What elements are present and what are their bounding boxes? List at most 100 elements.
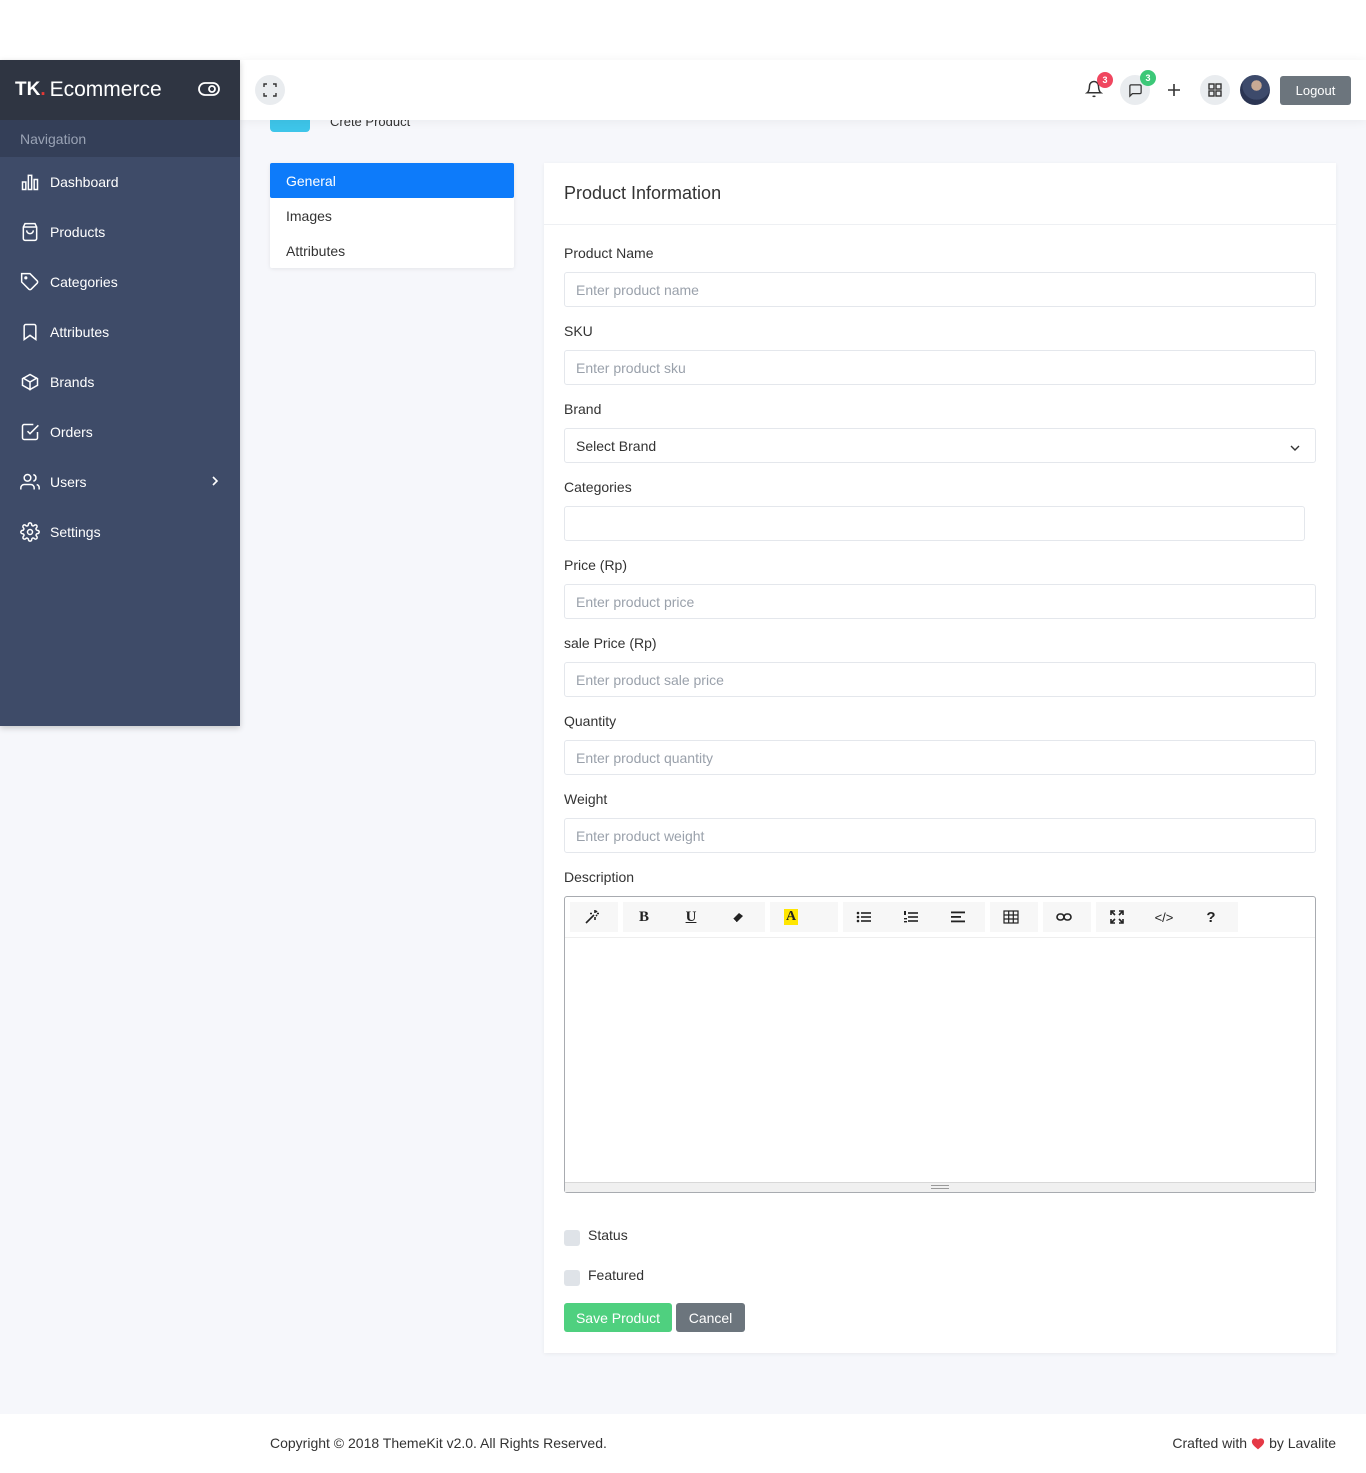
tag-icon: [20, 272, 40, 292]
ordered-list-button[interactable]: [896, 902, 926, 932]
sidebar-item-settings[interactable]: Settings: [0, 507, 240, 557]
sale-price-label: sale Price (Rp): [564, 635, 657, 651]
sidebar-item-categories[interactable]: Categories: [0, 257, 240, 307]
product-information-card: Product Information Product Name SKU Bra…: [544, 163, 1336, 1353]
quantity-input[interactable]: [564, 740, 1316, 775]
sidebar-item-attributes[interactable]: Attributes: [0, 307, 240, 357]
categories-label: Categories: [564, 479, 632, 495]
highlight-color-button[interactable]: A: [776, 902, 806, 932]
crafted-by: Crafted with by Lavalite: [1172, 1435, 1336, 1451]
brand-label: Brand: [564, 401, 602, 417]
notifications-badge: 3: [1097, 72, 1113, 88]
nav-heading: Navigation: [0, 120, 240, 157]
paragraph-align-button[interactable]: [943, 902, 973, 932]
tab-images[interactable]: Images: [270, 198, 514, 233]
sidebar-toggle-button[interactable]: [198, 81, 220, 100]
align-left-icon: [951, 911, 965, 923]
logout-button[interactable]: Logout: [1280, 76, 1351, 105]
expand-icon: [1110, 910, 1124, 924]
editor-resize-bar[interactable]: [565, 1182, 1315, 1192]
plus-icon: [1168, 84, 1180, 96]
tab-attributes[interactable]: Attributes: [270, 233, 514, 268]
eraser-icon: [732, 913, 743, 923]
link-icon: [1056, 913, 1072, 921]
sidebar-item-dashboard[interactable]: Dashboard: [0, 157, 240, 207]
code-view-button[interactable]: </>: [1149, 902, 1179, 932]
bar-chart-icon: [20, 172, 40, 192]
footer: Copyright © 2018 ThemeKit v2.0. All Righ…: [0, 1414, 1366, 1473]
chevron-down-icon: [1289, 440, 1301, 456]
sku-label: SKU: [564, 323, 593, 339]
top-header: 3 3 Logout: [240, 60, 1366, 120]
save-product-button[interactable]: Save Product: [564, 1303, 672, 1332]
weight-input[interactable]: [564, 818, 1316, 853]
product-name-input[interactable]: [564, 272, 1316, 307]
link-button[interactable]: [1049, 902, 1079, 932]
sidebar-item-label: Users: [50, 474, 87, 490]
resize-grip-icon: [931, 1185, 949, 1189]
status-label: Status: [588, 1227, 628, 1243]
price-input[interactable]: [564, 584, 1316, 619]
toggle-icon: [198, 82, 220, 96]
sku-input[interactable]: [564, 350, 1316, 385]
shopping-bag-icon: [20, 222, 40, 242]
bookmark-icon: [20, 322, 40, 342]
brand-select[interactable]: Select Brand: [564, 428, 1316, 463]
card-title: Product Information: [544, 163, 1336, 225]
product-tabs: General Images Attributes: [270, 163, 514, 268]
help-button[interactable]: ?: [1196, 902, 1226, 932]
table-icon: [1003, 910, 1019, 924]
avatar[interactable]: [1240, 75, 1270, 105]
cancel-button[interactable]: Cancel: [676, 1303, 745, 1332]
chevron-right-icon: [210, 474, 220, 490]
sidebar: TK. Ecommerce Navigation Dashboard Produ…: [0, 60, 240, 726]
sidebar-item-label: Settings: [50, 524, 101, 540]
price-label: Price (Rp): [564, 557, 628, 573]
messages-button[interactable]: 3: [1120, 70, 1156, 105]
brand-bar: TK. Ecommerce: [0, 60, 240, 120]
underline-button[interactable]: U: [676, 902, 706, 932]
magic-wand-icon: [585, 910, 599, 924]
box-icon: [20, 372, 40, 392]
sidebar-item-users[interactable]: Users: [0, 457, 240, 507]
notifications-button[interactable]: 3: [1084, 72, 1113, 100]
brand-select-value: Select Brand: [576, 437, 657, 454]
brand-dot: .: [40, 79, 46, 100]
crafted-suffix: by Lavalite: [1269, 1435, 1336, 1451]
editor-toolbar: B U A </> ?: [565, 897, 1315, 938]
editor-content-area[interactable]: [565, 938, 1315, 1182]
quantity-label: Quantity: [564, 713, 617, 729]
fullscreen-editor-button[interactable]: [1102, 902, 1132, 932]
sale-price-input[interactable]: [564, 662, 1316, 697]
unordered-list-button[interactable]: [849, 902, 879, 932]
sidebar-item-label: Products: [50, 224, 106, 240]
tab-general[interactable]: General: [270, 163, 514, 198]
sidebar-item-label: Categories: [50, 274, 118, 290]
featured-checkbox[interactable]: [564, 1270, 580, 1286]
description-editor: B U A </> ?: [564, 896, 1316, 1193]
fullscreen-button[interactable]: [255, 75, 285, 105]
check-square-icon: [20, 422, 40, 442]
add-button[interactable]: [1166, 82, 1182, 98]
sidebar-item-label: Brands: [50, 374, 95, 390]
heart-icon: [1251, 1437, 1265, 1449]
sidebar-item-label: Attributes: [50, 324, 110, 340]
weight-label: Weight: [564, 791, 608, 807]
clear-format-button[interactable]: [723, 902, 753, 932]
users-icon: [20, 472, 40, 492]
magic-style-button[interactable]: [577, 902, 607, 932]
sidebar-item-brands[interactable]: Brands: [0, 357, 240, 407]
featured-label: Featured: [588, 1267, 645, 1283]
bold-button[interactable]: B: [629, 902, 659, 932]
list-icon: [856, 911, 871, 923]
brand-tk: TK: [15, 79, 41, 100]
sidebar-item-products[interactable]: Products: [0, 207, 240, 257]
apps-button[interactable]: [1200, 75, 1230, 105]
fullscreen-icon: [263, 83, 277, 97]
sidebar-item-label: Dashboard: [50, 174, 119, 190]
copyright-text: Copyright © 2018 ThemeKit v2.0. All Righ…: [270, 1435, 607, 1451]
sidebar-item-orders[interactable]: Orders: [0, 407, 240, 457]
table-button[interactable]: [996, 902, 1026, 932]
status-checkbox[interactable]: [564, 1230, 580, 1246]
categories-select[interactable]: [564, 506, 1305, 541]
